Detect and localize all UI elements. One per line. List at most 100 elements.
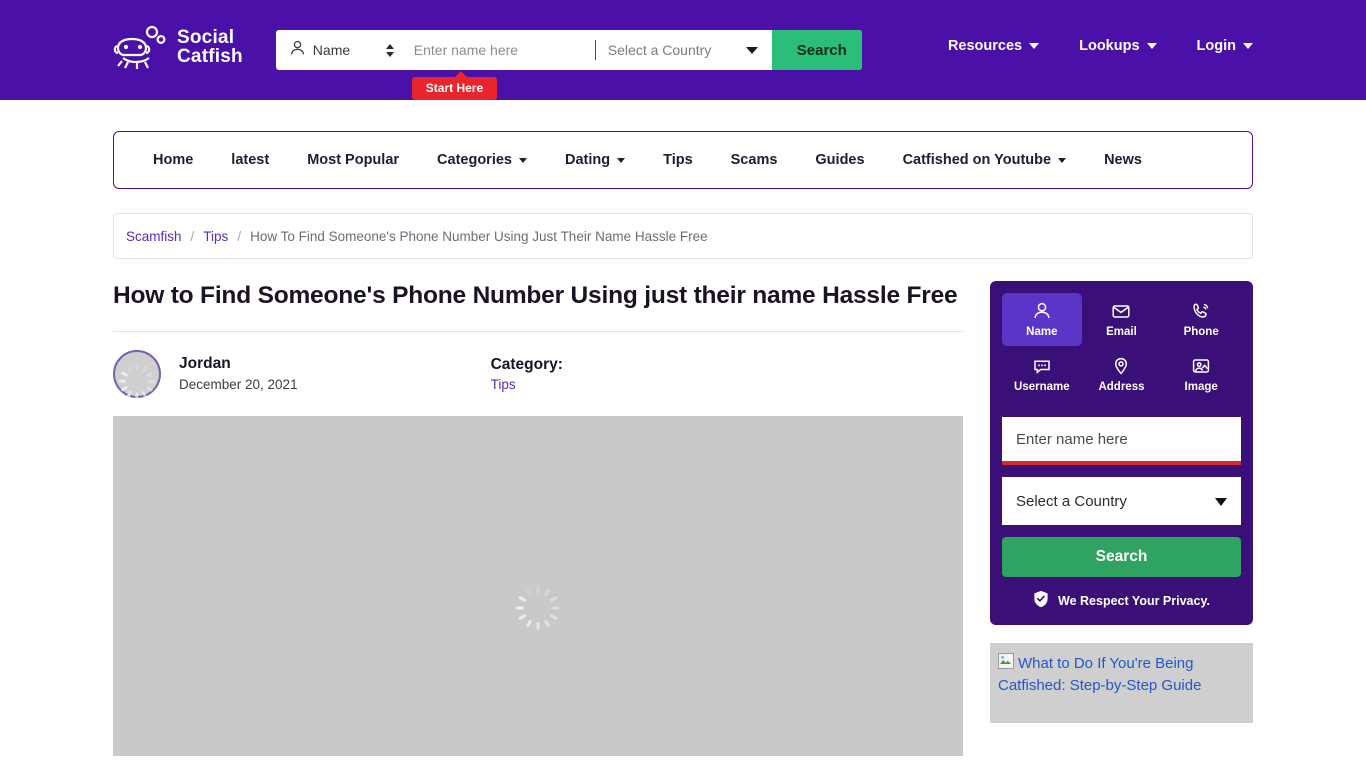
shield-check-icon	[1033, 590, 1049, 611]
category-label: Category:	[490, 355, 563, 373]
main-nav: Home latest Most Popular Categories Dati…	[113, 131, 1253, 189]
search-type-selector[interactable]: Name	[276, 30, 404, 70]
site-logo[interactable]: Social Catfish	[113, 24, 243, 70]
page-title: How to Find Someone's Phone Number Using…	[113, 282, 958, 309]
chevron-down-icon	[617, 157, 626, 163]
header-search-button[interactable]: Search	[771, 30, 862, 70]
catfish-logo-icon	[113, 24, 169, 70]
breadcrumb-item-scamfish[interactable]: Scamfish	[126, 229, 182, 244]
tab-email[interactable]: Email	[1082, 293, 1162, 346]
breadcrumb-separator: /	[237, 228, 242, 244]
search-country-label: Select a Country	[607, 42, 712, 58]
sidebar-search-button[interactable]: Search	[1002, 537, 1241, 577]
main-nav-wrap: Home latest Most Popular Categories Dati…	[0, 100, 1366, 189]
sidebar-name-field	[1002, 417, 1241, 465]
nav-label: Most Popular	[307, 152, 400, 168]
promo-image-alt-text: What to Do If You're Being Catfished: St…	[998, 655, 1202, 694]
header-nav-item-login[interactable]: Login	[1197, 38, 1253, 54]
nav-label: Catfished on Youtube	[902, 152, 1052, 168]
nav-label: Guides	[815, 152, 865, 168]
nav-item-catfished-on-youtube[interactable]: Catfished on Youtube	[903, 152, 1067, 168]
nav-label: Scams	[730, 152, 778, 168]
nav-item-home[interactable]: Home	[153, 152, 193, 168]
nav-label: Dating	[564, 152, 611, 168]
chevron-down-icon	[1243, 43, 1253, 49]
breadcrumb-separator: /	[190, 228, 195, 244]
search-widget: Name Email Phone Username Address Image …	[990, 281, 1253, 625]
nav-item-guides[interactable]: Guides	[815, 152, 864, 168]
site-header: Social Catfish Name Enter name here Sele…	[0, 0, 1366, 100]
nav-item-tips[interactable]: Tips	[663, 152, 693, 168]
header-nav-item-resources[interactable]: Resources	[947, 38, 1040, 54]
sidebar-column: Name Email Phone Username Address Image …	[990, 281, 1253, 723]
person-icon	[1032, 301, 1052, 321]
tab-address[interactable]: Address	[1082, 348, 1162, 401]
search-name-input[interactable]	[403, 30, 595, 70]
loading-spinner-icon	[516, 586, 560, 631]
logo-text: Social Catfish	[177, 28, 243, 66]
publish-date: December 20, 2021	[179, 376, 298, 392]
header-nav: Resources Lookups Login	[948, 38, 1253, 54]
photo-person-icon	[1191, 356, 1211, 376]
sidebar-country-select[interactable]: Select a Country	[1002, 477, 1241, 525]
header-nav-item-lookups[interactable]: Lookups	[1079, 38, 1157, 54]
tab-label: Username	[1014, 381, 1070, 393]
start-here-badge[interactable]: Start Here	[411, 71, 498, 100]
promo-image-card[interactable]: What to Do If You're Being Catfished: St…	[990, 643, 1253, 723]
sidebar-country-label: Select a Country	[1016, 492, 1127, 510]
privacy-text: We Respect Your Privacy.	[1058, 593, 1210, 608]
phone-ring-icon	[1191, 301, 1211, 321]
author-block: Jordan December 20, 2021	[179, 354, 298, 395]
tab-label: Address	[1098, 381, 1145, 393]
breadcrumb-wrap: Scamfish / Tips / How To Find Someone's …	[0, 189, 1366, 259]
envelope-icon	[1111, 301, 1131, 321]
nav-item-dating[interactable]: Dating	[564, 152, 626, 168]
logo-line-1: Social	[177, 27, 235, 48]
search-type-tabs: Name Email Phone Username Address Image	[1002, 293, 1241, 401]
hero-image-placeholder	[113, 416, 963, 757]
nav-label: Home	[153, 152, 194, 168]
page-body: How to Find Someone's Phone Number Using…	[0, 259, 1366, 757]
header-search-group: Name Select a Country Search Start Here	[275, 30, 862, 100]
chevron-down-icon	[1029, 43, 1040, 49]
nav-item-scams[interactable]: Scams	[731, 152, 778, 168]
tab-label: Phone	[1183, 326, 1219, 338]
header-nav-label: Login	[1196, 38, 1236, 54]
nav-label: News	[1104, 152, 1142, 168]
header-nav-label: Resources	[947, 38, 1023, 54]
tab-name[interactable]: Name	[1002, 293, 1082, 346]
privacy-note: We Respect Your Privacy.	[1002, 590, 1241, 611]
author-name: Jordan	[179, 354, 231, 372]
search-type-label: Name	[312, 42, 351, 58]
category-link[interactable]: Tips	[491, 377, 516, 392]
chevron-down-icon	[1215, 498, 1227, 506]
tab-phone[interactable]: Phone	[1161, 293, 1241, 346]
chevron-down-icon	[745, 47, 758, 54]
header-search-bar: Name Select a Country Search	[275, 30, 862, 70]
tab-username[interactable]: Username	[1002, 348, 1082, 401]
tab-label: Email	[1106, 326, 1137, 338]
avatar	[113, 350, 161, 400]
nav-item-latest[interactable]: latest	[231, 152, 269, 168]
logo-line-2: Catfish	[177, 46, 243, 67]
nav-item-most-popular[interactable]: Most Popular	[307, 152, 399, 168]
category-block: Category: Tips	[491, 355, 563, 394]
header-nav-label: Lookups	[1079, 38, 1140, 54]
breadcrumb-current: How To Find Someone's Phone Number Using…	[250, 228, 708, 244]
tab-label: Image	[1184, 381, 1218, 393]
tab-label: Name	[1026, 326, 1058, 338]
tab-image[interactable]: Image	[1161, 348, 1241, 401]
nav-item-categories[interactable]: Categories	[437, 152, 527, 168]
article-column: How to Find Someone's Phone Number Using…	[113, 281, 963, 757]
article-meta: Jordan December 20, 2021 Category: Tips	[113, 332, 963, 400]
nav-item-news[interactable]: News	[1104, 152, 1142, 168]
sidebar-name-input[interactable]	[1016, 430, 1241, 448]
loading-spinner-icon	[119, 363, 155, 400]
person-icon	[290, 40, 305, 61]
search-country-select[interactable]: Select a Country	[596, 30, 772, 70]
breadcrumb-item-tips[interactable]: Tips	[203, 229, 228, 244]
up-down-stepper-icon[interactable]	[385, 43, 394, 57]
nav-label: latest	[231, 152, 270, 168]
nav-label: Categories	[437, 152, 512, 168]
breadcrumb: Scamfish / Tips / How To Find Someone's …	[113, 213, 1253, 259]
